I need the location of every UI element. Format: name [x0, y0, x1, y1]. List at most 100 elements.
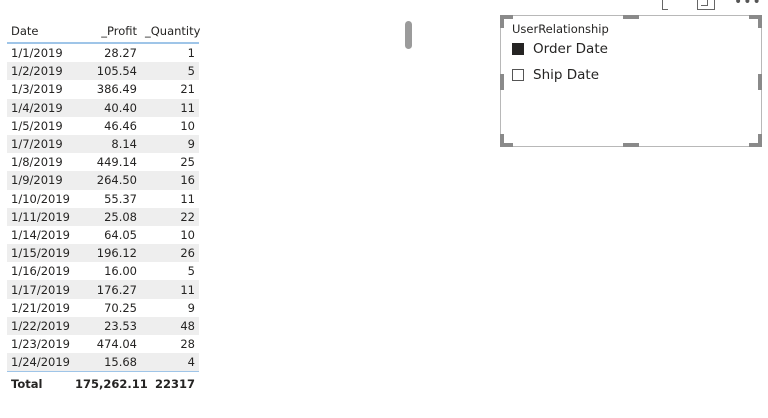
cell-date: 1/21/2019 [11, 300, 70, 315]
cell-date: 1/24/2019 [7, 353, 71, 372]
cell-date: 1/2/2019 [7, 62, 71, 81]
table-row[interactable]: 1/11/2019 25.08 22 [7, 207, 199, 226]
cell-profit: 64.05 [104, 227, 137, 242]
table-row[interactable]: 1/21/2019 70.25 9 [7, 299, 199, 317]
cell-quantity: 11 [180, 191, 195, 206]
cell-profit: 28.27 [104, 46, 137, 61]
total-row: Total 175,262.11 22317 [7, 371, 199, 395]
table-row[interactable]: 1/4/2019 40.40 11 [7, 98, 199, 117]
table-row[interactable]: 1/15/2019 196.12 26 [7, 244, 199, 263]
table-row[interactable]: 1/3/2019 386.49 21 [7, 80, 199, 98]
cell-date: 1/4/2019 [7, 98, 71, 117]
column-header-date[interactable]: Date [7, 20, 71, 44]
cell-quantity: 4 [141, 353, 199, 372]
focus-mode-icon[interactable] [697, 0, 715, 10]
table-row[interactable]: 1/16/2019 16.00 5 [7, 262, 199, 280]
cell-quantity: 10 [180, 227, 195, 242]
cell-date: 1/3/2019 [11, 82, 63, 97]
resize-handle-right[interactable] [758, 74, 762, 90]
cell-quantity: 10 [180, 118, 195, 133]
resize-handle-bottom[interactable] [623, 143, 639, 147]
cell-date: 1/14/2019 [11, 227, 70, 242]
cell-profit: 46.46 [104, 118, 137, 133]
table-row[interactable]: 1/24/2019 15.68 4 [7, 353, 199, 372]
cell-profit: 264.50 [71, 171, 141, 190]
table-row[interactable]: 1/23/2019 474.04 28 [7, 335, 199, 353]
cell-quantity: 21 [180, 82, 195, 97]
cell-profit: 449.14 [96, 155, 137, 170]
resize-handle-bottom-right[interactable] [758, 134, 762, 147]
table-row[interactable]: 1/2/2019 105.54 5 [7, 62, 199, 81]
pin-icon[interactable] [662, 0, 668, 10]
cell-profit: 55.37 [104, 191, 137, 206]
resize-handle-top-left[interactable] [500, 15, 504, 28]
cell-date: 1/15/2019 [7, 244, 71, 263]
cell-quantity: 26 [141, 244, 199, 263]
cell-quantity: 22 [141, 207, 199, 226]
slicer-item-order-date[interactable]: Order Date [512, 40, 608, 58]
table-row[interactable]: 1/17/2019 176.27 11 [7, 280, 199, 299]
slicer-item-label: Ship Date [533, 67, 600, 83]
cell-profit: 176.27 [71, 280, 141, 299]
column-header-quantity[interactable]: _Quantity [141, 20, 200, 44]
column-header-profit[interactable]: _Profit [71, 20, 141, 44]
cell-date: 1/8/2019 [11, 155, 63, 170]
total-quantity: 22317 [141, 371, 199, 395]
more-options-icon[interactable]: ••• [734, 0, 762, 6]
scrollbar-thumb[interactable] [405, 21, 412, 49]
table-row[interactable]: 1/9/2019 264.50 16 [7, 171, 199, 190]
cell-date: 1/16/2019 [11, 264, 70, 279]
cell-date: 1/10/2019 [11, 191, 70, 206]
cell-quantity: 28 [180, 337, 195, 352]
resize-handle-left[interactable] [500, 74, 504, 90]
cell-profit: 16.00 [104, 264, 137, 279]
slicer-visual[interactable]: UserRelationship Order Date Ship Date [500, 15, 762, 147]
cell-quantity: 9 [141, 134, 199, 154]
cell-profit: 70.25 [104, 300, 137, 315]
cell-quantity: 16 [141, 171, 199, 190]
cell-date: 1/23/2019 [11, 337, 70, 352]
checkbox-icon[interactable] [512, 69, 524, 81]
cell-quantity: 25 [180, 155, 195, 170]
cell-date: 1/5/2019 [11, 118, 63, 133]
cell-profit: 25.08 [71, 207, 141, 226]
cell-profit: 23.53 [71, 316, 141, 335]
cell-profit: 15.68 [71, 353, 141, 372]
cell-quantity: 48 [141, 316, 199, 335]
table-header-row: Date _Profit _Quantity [7, 20, 200, 44]
cell-date: 1/1/2019 [11, 46, 63, 61]
cell-profit: 386.49 [96, 82, 137, 97]
cell-profit: 8.14 [71, 134, 141, 154]
slicer-item-ship-date[interactable]: Ship Date [512, 66, 599, 84]
resize-handle-top-right[interactable] [758, 15, 762, 28]
cell-profit: 474.04 [96, 337, 137, 352]
table-body: 1/1/2019 28.27 1 1/2/2019 105.54 5 1/3/2019 386… [7, 43, 199, 372]
data-table: Date _Profit _Quantity 1/1/2019 28.27 1 1/2… [7, 20, 200, 395]
cell-profit: 105.54 [71, 62, 141, 81]
cell-quantity: 1 [187, 46, 195, 61]
cell-profit: 196.12 [71, 244, 141, 263]
cell-date: 1/22/2019 [7, 316, 71, 335]
table-row[interactable]: 1/8/2019 449.14 25 [7, 153, 199, 171]
slicer-item-label: Order Date [533, 41, 608, 57]
table-row[interactable]: 1/1/2019 28.27 1 [7, 43, 199, 62]
total-profit: 175,262.11 [71, 371, 148, 395]
cell-quantity: 5 [141, 62, 199, 81]
table-row[interactable]: 1/10/2019 55.37 11 [7, 190, 199, 208]
resize-handle-bottom-left[interactable] [500, 134, 504, 147]
table-row[interactable]: 1/22/2019 23.53 48 [7, 316, 199, 335]
cell-date: 1/11/2019 [7, 207, 71, 226]
table-row[interactable]: 1/14/2019 64.05 10 [7, 226, 199, 244]
resize-handle-top[interactable] [623, 15, 639, 19]
cell-quantity: 9 [187, 300, 195, 315]
table-row[interactable]: 1/5/2019 46.46 10 [7, 117, 199, 135]
table-visual[interactable]: Date _Profit _Quantity 1/1/2019 28.27 1 1/2… [7, 20, 200, 395]
cell-date: 1/9/2019 [7, 171, 71, 190]
cell-profit: 40.40 [71, 98, 141, 117]
cell-quantity: 11 [141, 280, 199, 299]
cell-date: 1/7/2019 [7, 134, 71, 154]
table-row[interactable]: 1/7/2019 8.14 9 [7, 134, 199, 154]
checkbox-icon[interactable] [512, 43, 524, 55]
cell-quantity: 11 [141, 98, 199, 117]
cell-quantity: 5 [187, 264, 195, 279]
